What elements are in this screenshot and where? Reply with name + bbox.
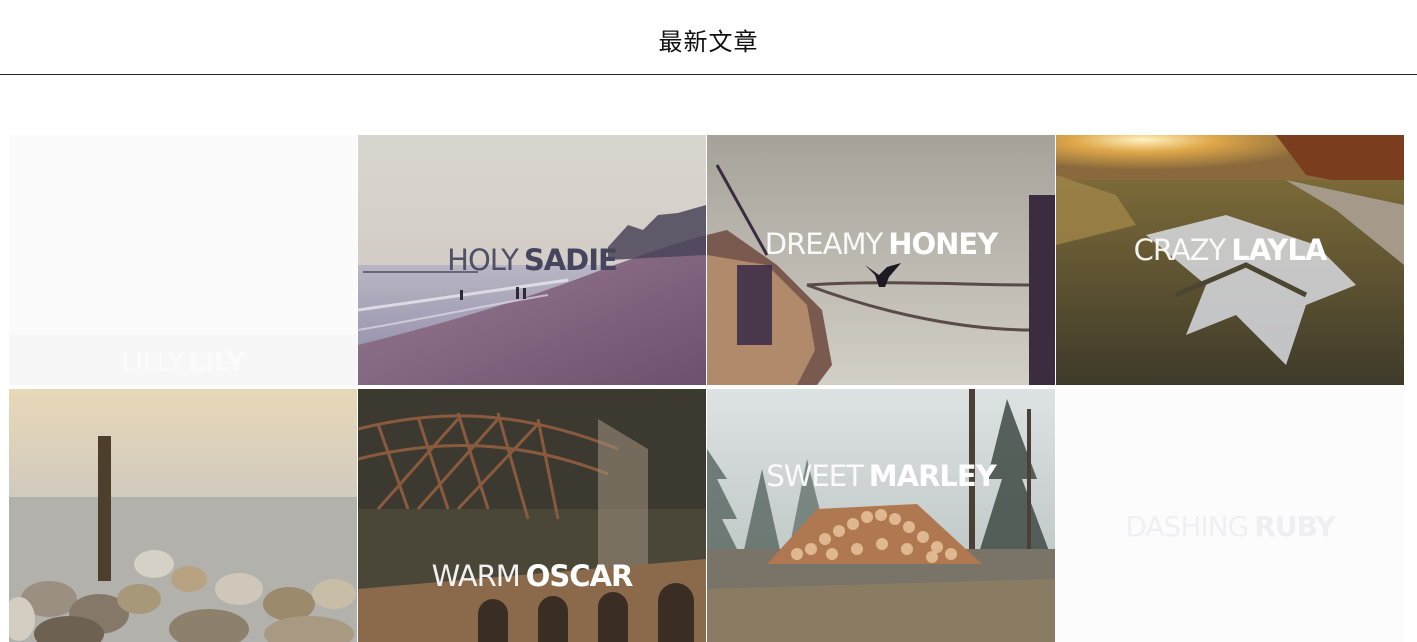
page-title: 最新文章 (658, 27, 759, 56)
caption-bold: MARLEY (868, 459, 997, 493)
caption-bold: SADIE (523, 243, 618, 277)
article-card-honey[interactable]: DREAMY HONEY (707, 135, 1055, 385)
article-image (358, 389, 706, 642)
article-card-ruby[interactable]: DASHING RUBY (1056, 389, 1404, 642)
caption-bold: RUBY (1254, 510, 1335, 543)
article-card-marley[interactable]: SWEET MARLEY (707, 389, 1055, 642)
article-caption (9, 389, 357, 423)
article-image (707, 389, 1055, 642)
article-caption: DASHING RUBY (1056, 510, 1404, 543)
caption-bold: HONEY (888, 227, 998, 261)
article-caption: LILLY LILY (9, 347, 357, 378)
article-card-oscar[interactable]: WARM OSCAR (358, 389, 706, 642)
caption-light: LILLY (121, 347, 184, 378)
caption-light: DASHING (1125, 510, 1249, 543)
caption-light: DREAMY (764, 227, 883, 261)
caption-bold: OSCAR (525, 559, 634, 593)
article-caption: SWEET MARLEY (707, 459, 1055, 493)
caption-light: SWEET (766, 459, 863, 493)
article-caption: CRAZY LAYLA (1056, 233, 1404, 267)
caption-light: HOLY (447, 243, 519, 277)
article-caption: HOLY SADIE (358, 243, 706, 277)
caption-light: WARM (431, 559, 521, 593)
caption-light: CRAZY (1133, 233, 1227, 267)
article-card-rocks[interactable] (9, 389, 357, 642)
caption-bold: LILY (188, 347, 246, 378)
article-card-layla[interactable]: CRAZY LAYLA (1056, 135, 1404, 385)
article-image (9, 389, 357, 642)
article-grid: LILLY LILY HOLY SADIE DREAMY HONEY CRAZY… (9, 135, 1405, 642)
page-header: 最新文章 (0, 0, 1417, 75)
article-card-lily[interactable]: LILLY LILY (9, 135, 357, 385)
article-caption: WARM OSCAR (358, 559, 706, 593)
article-caption: DREAMY HONEY (707, 227, 1055, 261)
caption-bold: LAYLA (1231, 233, 1327, 267)
article-card-sadie[interactable]: HOLY SADIE (358, 135, 706, 385)
